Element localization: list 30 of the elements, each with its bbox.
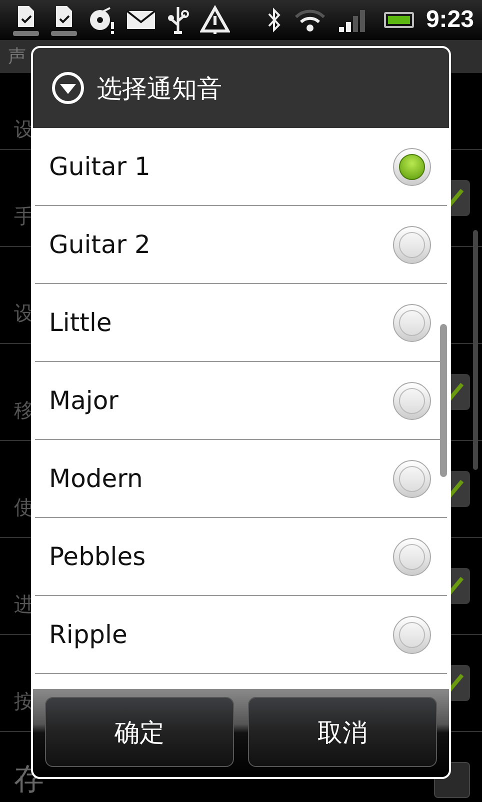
list-item[interactable]: Pebbles bbox=[35, 518, 447, 596]
setting-summary: 设 bbox=[14, 300, 34, 326]
radio-button[interactable] bbox=[393, 148, 431, 186]
signal-icon bbox=[338, 7, 366, 33]
warning-icon bbox=[200, 5, 230, 35]
radio-button[interactable] bbox=[393, 538, 431, 576]
setting-summary: 手 bbox=[14, 203, 34, 229]
clock: 9:23 bbox=[426, 6, 474, 34]
radio-button[interactable] bbox=[393, 382, 431, 420]
list-item[interactable]: Guitar 1 bbox=[35, 128, 447, 206]
battery-icon bbox=[384, 12, 414, 28]
wifi-icon bbox=[294, 7, 326, 33]
download-done-icon bbox=[12, 4, 40, 36]
dialog-title: 选择通知音 bbox=[97, 72, 222, 104]
list-item[interactable]: Ripple bbox=[35, 596, 447, 674]
setting-summary: 设 bbox=[14, 116, 34, 142]
dropdown-icon bbox=[51, 71, 85, 105]
radio-button[interactable] bbox=[393, 226, 431, 264]
radio-button[interactable] bbox=[393, 460, 431, 498]
radio-button[interactable] bbox=[393, 304, 431, 342]
list-item[interactable]: Guitar 2 bbox=[35, 206, 447, 284]
dialog-button[interactable]: 取消 bbox=[248, 697, 437, 767]
radio-button[interactable] bbox=[393, 616, 431, 654]
download-done-icon bbox=[50, 4, 78, 36]
dialog-button[interactable]: 确定 bbox=[45, 697, 234, 767]
setting-summary: 移 bbox=[14, 397, 34, 423]
disc-alert-icon bbox=[88, 6, 116, 34]
mail-icon bbox=[126, 9, 156, 31]
bluetooth-icon bbox=[266, 6, 282, 34]
usb-icon bbox=[166, 5, 190, 35]
